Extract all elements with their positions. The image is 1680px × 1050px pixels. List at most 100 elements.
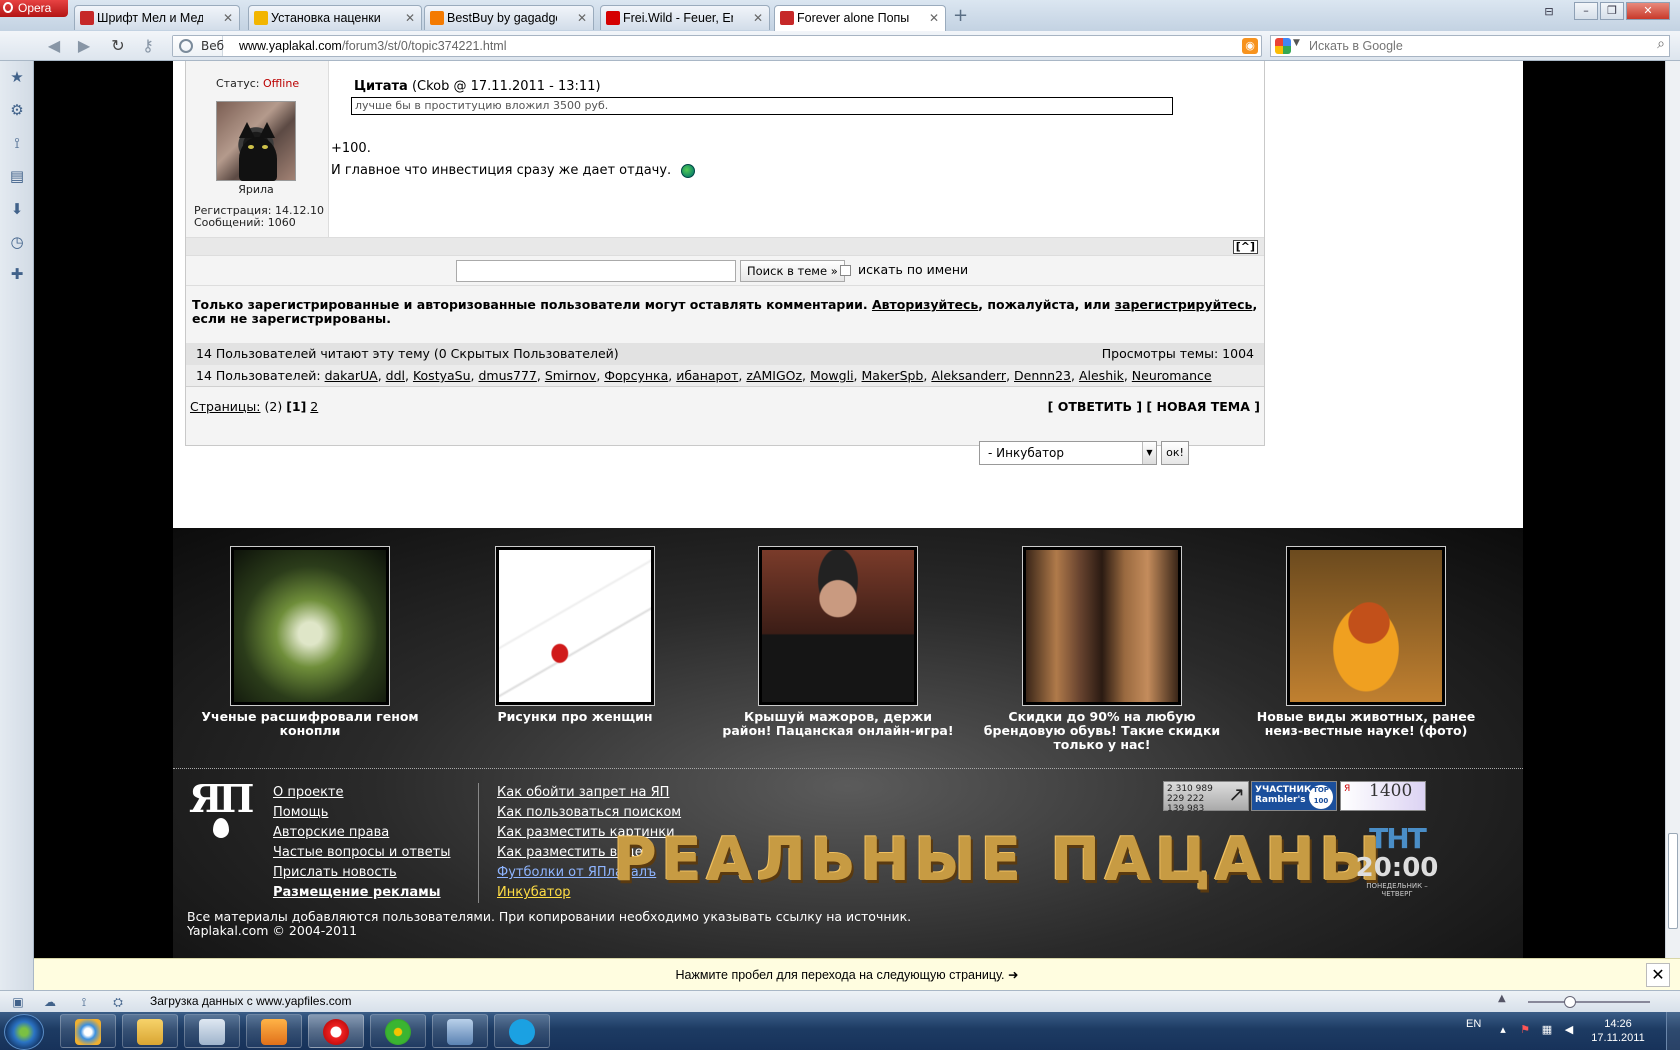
tab-4[interactable]: Frei.Wild - Feuer, Erde, ... ✕: [600, 5, 770, 30]
reader-user-link[interactable]: ddl: [386, 368, 405, 383]
tray-arrow-icon[interactable]: ▴: [1496, 1023, 1510, 1037]
footer-link-send-news[interactable]: Прислать новость: [273, 863, 450, 883]
taskbar-skype[interactable]: [494, 1014, 550, 1048]
minimize-button[interactable]: –: [1574, 2, 1598, 20]
footer-link-faq[interactable]: Частые вопросы и ответы: [273, 843, 450, 863]
add-panel-icon[interactable]: ✚: [9, 266, 25, 282]
register-link[interactable]: зарегистрируйтесь: [1115, 297, 1253, 312]
chevron-down-icon[interactable]: ▼: [1293, 38, 1300, 48]
forward-icon[interactable]: ▶: [72, 36, 96, 56]
unite-icon[interactable]: ⟟: [76, 994, 92, 1010]
unite-share-icon[interactable]: ⟟: [9, 135, 25, 151]
author-nickname[interactable]: Ярила: [216, 183, 296, 196]
notes-icon[interactable]: ▤: [9, 168, 25, 184]
footer-link-bypass-ban[interactable]: Как обойти запрет на ЯП: [497, 783, 681, 803]
promo-item[interactable]: Рисунки про женщин: [455, 546, 695, 724]
opera-turbo-icon[interactable]: ☁: [42, 994, 58, 1010]
avatar[interactable]: [216, 101, 296, 181]
page-scrollbar[interactable]: [1665, 61, 1680, 959]
network-icon[interactable]: ▦: [1540, 1023, 1554, 1037]
back-icon[interactable]: ◀: [42, 36, 66, 56]
footer-link-search-help[interactable]: Как пользоваться поиском: [497, 803, 681, 823]
taskbar-icq[interactable]: [370, 1014, 426, 1048]
tab-5-active[interactable]: Forever alone Попытк... ✕: [774, 5, 946, 31]
pages-link[interactable]: Страницы:: [190, 399, 261, 414]
google-search-field[interactable]: ▼ ⌕: [1270, 35, 1670, 57]
close-hint-button[interactable]: ✕: [1646, 963, 1670, 987]
promo-image[interactable]: [230, 546, 390, 706]
promo-caption[interactable]: Скидки до 90% на любую брендовую обувь! …: [982, 710, 1222, 752]
reader-user-link[interactable]: ибанарот: [676, 368, 738, 383]
chevron-down-icon[interactable]: ▼: [1142, 442, 1156, 464]
tab-2[interactable]: Установка наценки в з... ✕: [248, 5, 422, 30]
scrollbar-thumb[interactable]: [1668, 833, 1678, 929]
bookmarks-star-icon[interactable]: ★: [9, 69, 25, 85]
taskbar-network[interactable]: [432, 1014, 488, 1048]
reader-user-link[interactable]: Smirnov: [545, 368, 596, 383]
address-field[interactable]: Веб www.yaplakal.com/forum3/st/0/topic37…: [172, 35, 1262, 57]
reader-user-link[interactable]: KostyaSu: [413, 368, 471, 383]
search-icon[interactable]: ⌕: [1657, 36, 1665, 52]
promo-caption[interactable]: Крышуй мажоров, держи район! Пацанская о…: [718, 710, 958, 738]
reload-icon[interactable]: ↻: [106, 36, 130, 56]
promo-caption[interactable]: Новые виды животных, ранее неиз-вестные …: [1246, 710, 1486, 738]
site-info-button[interactable]: Веб: [173, 36, 224, 56]
footer-link-help[interactable]: Помощь: [273, 803, 450, 823]
rambler-top100-counter[interactable]: УЧАСТНИК Rambler's TOP 100: [1251, 781, 1337, 811]
jump-ok-button[interactable]: ок!: [1161, 441, 1189, 465]
tnt-ad[interactable]: ТНТ 20:00 ПОНЕДЕЛЬНИК – ЧЕТВЕРГ: [1351, 824, 1443, 899]
page-2-link[interactable]: 2: [310, 399, 318, 414]
volume-icon[interactable]: ◀: [1562, 1023, 1576, 1037]
reader-user-link[interactable]: MakerSpb: [862, 368, 924, 383]
tab-1[interactable]: Шрифт Мел и Мед ✕: [74, 5, 240, 30]
zoom-track[interactable]: [1528, 1001, 1650, 1003]
link-icon[interactable]: ⛭: [110, 994, 126, 1010]
google-icon[interactable]: [1275, 38, 1291, 54]
close-tab-icon[interactable]: ✕: [929, 6, 939, 30]
downloads-icon[interactable]: ⬇: [9, 201, 25, 217]
close-tab-icon[interactable]: ✕: [223, 6, 233, 30]
reader-user-link[interactable]: Dennn23: [1014, 368, 1071, 383]
topic-search-button[interactable]: Поиск в теме »: [740, 260, 845, 282]
promo-caption[interactable]: Ученые расшифровали геном конопли: [190, 710, 430, 738]
rss-feed-icon[interactable]: ◉: [1242, 38, 1258, 54]
reader-user-link[interactable]: Mowgli: [810, 368, 854, 383]
show-desktop-button[interactable]: [1666, 1012, 1680, 1050]
widgets-gear-icon[interactable]: ⚙: [9, 102, 25, 118]
maximize-button[interactable]: ❐: [1600, 2, 1624, 20]
search-input[interactable]: [1309, 37, 1639, 55]
zoom-slider[interactable]: ▲: [1498, 993, 1658, 1011]
system-clock[interactable]: 14:26 17.11.2011: [1586, 1017, 1650, 1045]
tv-show-banner[interactable]: РЕАЛЬНЫЕ ПАЦАНЫ: [613, 828, 1385, 892]
promo-caption[interactable]: Рисунки про женщин: [455, 710, 695, 724]
tray-flag-icon[interactable]: ⚑: [1518, 1023, 1532, 1037]
opera-menu-button[interactable]: Opera: [0, 0, 68, 17]
promo-item[interactable]: Новые виды животных, ранее неиз-вестные …: [1246, 546, 1486, 738]
promo-image[interactable]: [1286, 546, 1446, 706]
reader-user-link[interactable]: Aleshik: [1079, 368, 1124, 383]
promo-item[interactable]: Крышуй мажоров, держи район! Пацанская о…: [718, 546, 958, 738]
liveinternet-counter[interactable]: 2 310 989 229 222 139 983 ↗: [1163, 781, 1249, 814]
promo-item[interactable]: Ученые расшифровали геном конопли: [190, 546, 430, 738]
taskbar-media-player[interactable]: [246, 1014, 302, 1048]
reader-user-link[interactable]: dakarUA: [325, 368, 378, 383]
close-window-button[interactable]: ✕: [1626, 2, 1670, 20]
reader-user-link[interactable]: zAMIGOz: [746, 368, 802, 383]
url-text[interactable]: www.yaplakal.com/forum3/st/0/topic374221…: [239, 36, 507, 56]
reader-user-link[interactable]: Aleksanderr: [931, 368, 1006, 383]
wand-key-icon[interactable]: ⚷: [136, 36, 160, 56]
promo-image[interactable]: [1022, 546, 1182, 706]
footer-link-copyright[interactable]: Авторские права: [273, 823, 450, 843]
panel-toggle-icon[interactable]: ▣: [10, 994, 26, 1010]
new-tab-button[interactable]: +: [953, 7, 968, 25]
topic-search-input[interactable]: [456, 260, 736, 282]
reply-newtopic-buttons[interactable]: [ ОТВЕТИТЬ ] [ НОВАЯ ТЕМА ]: [1048, 395, 1260, 419]
yandex-counter[interactable]: Я 1400: [1340, 781, 1426, 811]
scroll-to-top-button[interactable]: [^]: [1232, 240, 1258, 254]
promo-item[interactable]: Скидки до 90% на любую брендовую обувь! …: [982, 546, 1222, 752]
reader-user-link[interactable]: Neuromance: [1132, 368, 1212, 383]
footer-link-about[interactable]: О проекте: [273, 783, 450, 803]
taskbar-opera[interactable]: [308, 1014, 364, 1048]
chevron-up-icon[interactable]: ▲: [1498, 993, 1506, 1004]
taskbar-calculator[interactable]: [184, 1014, 240, 1048]
